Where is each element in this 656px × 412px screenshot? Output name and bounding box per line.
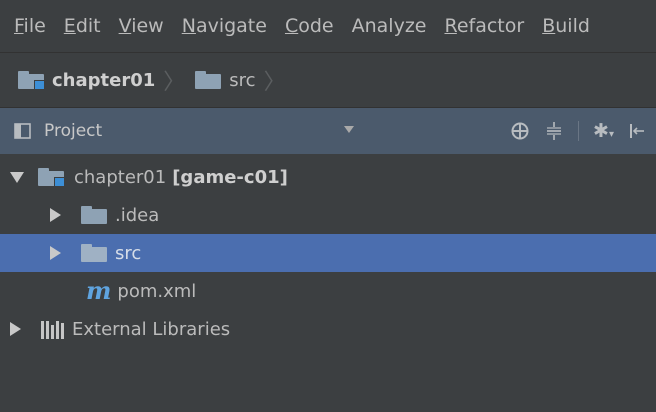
module-folder-icon [38, 168, 65, 187]
expand-arrow-icon[interactable] [10, 171, 24, 183]
project-tree: chapter01 [game-c01] .idea src m pom.xml… [0, 154, 656, 348]
menu-analyze[interactable]: Analyze [352, 15, 427, 37]
tool-window-title[interactable]: Project [44, 121, 102, 141]
folder-icon [195, 71, 222, 89]
folder-icon [81, 244, 107, 262]
tree-item-idea[interactable]: .idea [0, 196, 656, 234]
collapse-all-icon[interactable] [544, 121, 564, 141]
project-tool-window-header: Project ✱▾ [0, 108, 656, 154]
collapse-arrow-icon[interactable] [50, 246, 61, 260]
libraries-icon [41, 319, 64, 339]
module-name-tag: [game-c01] [172, 166, 288, 188]
view-dropdown-icon[interactable] [344, 126, 354, 133]
module-folder-icon [18, 71, 45, 90]
toolbar-separator [578, 121, 580, 141]
breadcrumb-label: src [229, 69, 256, 91]
menu-navigate[interactable]: Navigate [182, 15, 267, 37]
menu-build[interactable]: Build [542, 15, 590, 37]
chevron-right-icon: 〉 [163, 70, 186, 95]
tree-item-label: src [115, 242, 142, 264]
tree-item-label: .idea [115, 204, 160, 226]
collapse-arrow-icon[interactable] [50, 208, 61, 222]
menu-edit[interactable]: Edit [64, 15, 101, 37]
chevron-right-icon: 〉 [263, 70, 286, 95]
breadcrumb-item-project[interactable]: chapter01 [18, 70, 155, 91]
tree-item-external-libraries[interactable]: External Libraries [0, 310, 656, 348]
project-view-icon [14, 123, 31, 139]
breadcrumb-label: chapter01 [52, 69, 156, 91]
gear-icon[interactable]: ✱▾ [593, 120, 614, 142]
tree-item-label: pom.xml [117, 280, 197, 302]
tree-item-label: External Libraries [72, 318, 231, 340]
collapse-arrow-icon[interactable] [10, 322, 21, 336]
maven-icon: m [86, 276, 112, 305]
menu-file[interactable]: File [14, 15, 46, 37]
tree-item-label: chapter01 [74, 166, 167, 188]
hide-icon[interactable] [628, 121, 646, 141]
tree-item-src[interactable]: src [0, 234, 656, 272]
tool-window-actions: ✱▾ [510, 108, 646, 154]
tree-item-pom[interactable]: m pom.xml [0, 272, 656, 310]
tree-item-chapter01[interactable]: chapter01 [game-c01] [0, 158, 656, 196]
breadcrumb-item-src[interactable]: src [195, 69, 256, 91]
locate-icon[interactable] [510, 121, 530, 141]
breadcrumb: chapter01 〉 src 〉 [0, 53, 656, 108]
folder-icon [81, 206, 107, 224]
menu-view[interactable]: View [119, 15, 164, 37]
menu-bar: File Edit View Navigate Code Analyze Ref… [0, 0, 656, 53]
menu-code[interactable]: Code [285, 15, 334, 37]
menu-refactor[interactable]: Refactor [444, 15, 524, 37]
